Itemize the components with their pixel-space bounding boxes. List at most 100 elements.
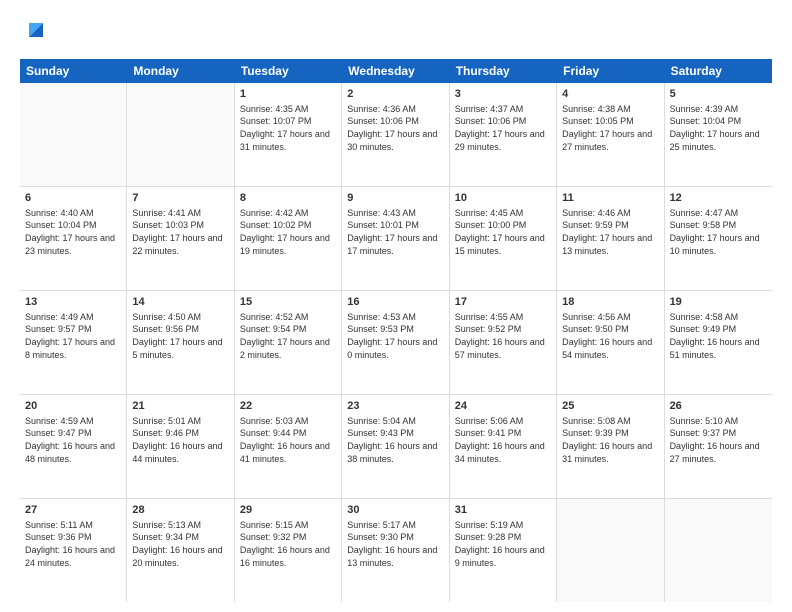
calendar-cell: 3Sunrise: 4:37 AMSunset: 10:06 PMDayligh… bbox=[450, 83, 557, 186]
calendar-cell: 9Sunrise: 4:43 AMSunset: 10:01 PMDayligh… bbox=[342, 187, 449, 290]
calendar-cell: 14Sunrise: 4:50 AMSunset: 9:56 PMDayligh… bbox=[127, 291, 234, 394]
day-number: 9 bbox=[347, 191, 443, 206]
calendar-cell: 27Sunrise: 5:11 AMSunset: 9:36 PMDayligh… bbox=[20, 499, 127, 602]
calendar-cell bbox=[20, 83, 127, 186]
calendar-cell: 21Sunrise: 5:01 AMSunset: 9:46 PMDayligh… bbox=[127, 395, 234, 498]
cell-info: Sunrise: 4:38 AMSunset: 10:05 PMDaylight… bbox=[562, 103, 658, 153]
day-number: 11 bbox=[562, 191, 658, 206]
cell-info: Sunrise: 5:10 AMSunset: 9:37 PMDaylight:… bbox=[670, 415, 767, 465]
cell-info: Sunrise: 4:53 AMSunset: 9:53 PMDaylight:… bbox=[347, 311, 443, 361]
day-number: 20 bbox=[25, 399, 121, 414]
header-day-saturday: Saturday bbox=[665, 59, 772, 83]
cell-info: Sunrise: 5:15 AMSunset: 9:32 PMDaylight:… bbox=[240, 519, 336, 569]
header-day-friday: Friday bbox=[557, 59, 664, 83]
calendar-row-1: 1Sunrise: 4:35 AMSunset: 10:07 PMDayligh… bbox=[20, 83, 772, 187]
logo-icon bbox=[22, 16, 50, 44]
day-number: 17 bbox=[455, 295, 551, 310]
day-number: 10 bbox=[455, 191, 551, 206]
day-number: 26 bbox=[670, 399, 767, 414]
cell-info: Sunrise: 4:56 AMSunset: 9:50 PMDaylight:… bbox=[562, 311, 658, 361]
cell-info: Sunrise: 4:37 AMSunset: 10:06 PMDaylight… bbox=[455, 103, 551, 153]
calendar-cell: 16Sunrise: 4:53 AMSunset: 9:53 PMDayligh… bbox=[342, 291, 449, 394]
calendar: SundayMondayTuesdayWednesdayThursdayFrid… bbox=[20, 59, 772, 602]
cell-info: Sunrise: 5:08 AMSunset: 9:39 PMDaylight:… bbox=[562, 415, 658, 465]
calendar-cell: 19Sunrise: 4:58 AMSunset: 9:49 PMDayligh… bbox=[665, 291, 772, 394]
cell-info: Sunrise: 4:42 AMSunset: 10:02 PMDaylight… bbox=[240, 207, 336, 257]
day-number: 5 bbox=[670, 87, 767, 102]
calendar-cell: 7Sunrise: 4:41 AMSunset: 10:03 PMDayligh… bbox=[127, 187, 234, 290]
calendar-cell: 25Sunrise: 5:08 AMSunset: 9:39 PMDayligh… bbox=[557, 395, 664, 498]
calendar-cell: 26Sunrise: 5:10 AMSunset: 9:37 PMDayligh… bbox=[665, 395, 772, 498]
calendar-cell: 29Sunrise: 5:15 AMSunset: 9:32 PMDayligh… bbox=[235, 499, 342, 602]
calendar-cell: 12Sunrise: 4:47 AMSunset: 9:58 PMDayligh… bbox=[665, 187, 772, 290]
calendar-cell: 10Sunrise: 4:45 AMSunset: 10:00 PMDaylig… bbox=[450, 187, 557, 290]
day-number: 30 bbox=[347, 503, 443, 518]
calendar-row-3: 13Sunrise: 4:49 AMSunset: 9:57 PMDayligh… bbox=[20, 291, 772, 395]
cell-info: Sunrise: 4:40 AMSunset: 10:04 PMDaylight… bbox=[25, 207, 121, 257]
calendar-cell: 30Sunrise: 5:17 AMSunset: 9:30 PMDayligh… bbox=[342, 499, 449, 602]
calendar-cell: 22Sunrise: 5:03 AMSunset: 9:44 PMDayligh… bbox=[235, 395, 342, 498]
cell-info: Sunrise: 4:58 AMSunset: 9:49 PMDaylight:… bbox=[670, 311, 767, 361]
day-number: 24 bbox=[455, 399, 551, 414]
calendar-cell: 28Sunrise: 5:13 AMSunset: 9:34 PMDayligh… bbox=[127, 499, 234, 602]
day-number: 29 bbox=[240, 503, 336, 518]
cell-info: Sunrise: 4:59 AMSunset: 9:47 PMDaylight:… bbox=[25, 415, 121, 465]
cell-info: Sunrise: 5:19 AMSunset: 9:28 PMDaylight:… bbox=[455, 519, 551, 569]
day-number: 19 bbox=[670, 295, 767, 310]
header-day-thursday: Thursday bbox=[450, 59, 557, 83]
cell-info: Sunrise: 4:55 AMSunset: 9:52 PMDaylight:… bbox=[455, 311, 551, 361]
cell-info: Sunrise: 4:36 AMSunset: 10:06 PMDaylight… bbox=[347, 103, 443, 153]
day-number: 15 bbox=[240, 295, 336, 310]
day-number: 13 bbox=[25, 295, 121, 310]
day-number: 25 bbox=[562, 399, 658, 414]
cell-info: Sunrise: 5:04 AMSunset: 9:43 PMDaylight:… bbox=[347, 415, 443, 465]
cell-info: Sunrise: 4:35 AMSunset: 10:07 PMDaylight… bbox=[240, 103, 336, 153]
day-number: 14 bbox=[132, 295, 228, 310]
day-number: 28 bbox=[132, 503, 228, 518]
calendar-cell: 31Sunrise: 5:19 AMSunset: 9:28 PMDayligh… bbox=[450, 499, 557, 602]
logo bbox=[20, 16, 50, 49]
header-day-sunday: Sunday bbox=[20, 59, 127, 83]
header bbox=[20, 16, 772, 49]
day-number: 2 bbox=[347, 87, 443, 102]
cell-info: Sunrise: 5:03 AMSunset: 9:44 PMDaylight:… bbox=[240, 415, 336, 465]
cell-info: Sunrise: 4:50 AMSunset: 9:56 PMDaylight:… bbox=[132, 311, 228, 361]
header-day-wednesday: Wednesday bbox=[342, 59, 449, 83]
day-number: 7 bbox=[132, 191, 228, 206]
cell-info: Sunrise: 5:17 AMSunset: 9:30 PMDaylight:… bbox=[347, 519, 443, 569]
calendar-cell bbox=[665, 499, 772, 602]
calendar-cell: 15Sunrise: 4:52 AMSunset: 9:54 PMDayligh… bbox=[235, 291, 342, 394]
header-day-monday: Monday bbox=[127, 59, 234, 83]
day-number: 1 bbox=[240, 87, 336, 102]
day-number: 27 bbox=[25, 503, 121, 518]
day-number: 22 bbox=[240, 399, 336, 414]
day-number: 3 bbox=[455, 87, 551, 102]
day-number: 12 bbox=[670, 191, 767, 206]
calendar-cell: 2Sunrise: 4:36 AMSunset: 10:06 PMDayligh… bbox=[342, 83, 449, 186]
header-day-tuesday: Tuesday bbox=[235, 59, 342, 83]
calendar-cell: 5Sunrise: 4:39 AMSunset: 10:04 PMDayligh… bbox=[665, 83, 772, 186]
calendar-cell: 6Sunrise: 4:40 AMSunset: 10:04 PMDayligh… bbox=[20, 187, 127, 290]
calendar-cell: 24Sunrise: 5:06 AMSunset: 9:41 PMDayligh… bbox=[450, 395, 557, 498]
calendar-cell: 20Sunrise: 4:59 AMSunset: 9:47 PMDayligh… bbox=[20, 395, 127, 498]
cell-info: Sunrise: 4:52 AMSunset: 9:54 PMDaylight:… bbox=[240, 311, 336, 361]
calendar-cell: 13Sunrise: 4:49 AMSunset: 9:57 PMDayligh… bbox=[20, 291, 127, 394]
cell-info: Sunrise: 5:11 AMSunset: 9:36 PMDaylight:… bbox=[25, 519, 121, 569]
day-number: 4 bbox=[562, 87, 658, 102]
cell-info: Sunrise: 4:45 AMSunset: 10:00 PMDaylight… bbox=[455, 207, 551, 257]
page: SundayMondayTuesdayWednesdayThursdayFrid… bbox=[0, 0, 792, 612]
calendar-cell bbox=[127, 83, 234, 186]
cell-info: Sunrise: 5:06 AMSunset: 9:41 PMDaylight:… bbox=[455, 415, 551, 465]
calendar-body: 1Sunrise: 4:35 AMSunset: 10:07 PMDayligh… bbox=[20, 83, 772, 602]
cell-info: Sunrise: 5:01 AMSunset: 9:46 PMDaylight:… bbox=[132, 415, 228, 465]
calendar-cell: 1Sunrise: 4:35 AMSunset: 10:07 PMDayligh… bbox=[235, 83, 342, 186]
calendar-header: SundayMondayTuesdayWednesdayThursdayFrid… bbox=[20, 59, 772, 83]
calendar-row-2: 6Sunrise: 4:40 AMSunset: 10:04 PMDayligh… bbox=[20, 187, 772, 291]
cell-info: Sunrise: 4:47 AMSunset: 9:58 PMDaylight:… bbox=[670, 207, 767, 257]
day-number: 23 bbox=[347, 399, 443, 414]
calendar-cell: 11Sunrise: 4:46 AMSunset: 9:59 PMDayligh… bbox=[557, 187, 664, 290]
calendar-row-4: 20Sunrise: 4:59 AMSunset: 9:47 PMDayligh… bbox=[20, 395, 772, 499]
calendar-cell: 4Sunrise: 4:38 AMSunset: 10:05 PMDayligh… bbox=[557, 83, 664, 186]
cell-info: Sunrise: 4:39 AMSunset: 10:04 PMDaylight… bbox=[670, 103, 767, 153]
calendar-row-5: 27Sunrise: 5:11 AMSunset: 9:36 PMDayligh… bbox=[20, 499, 772, 602]
